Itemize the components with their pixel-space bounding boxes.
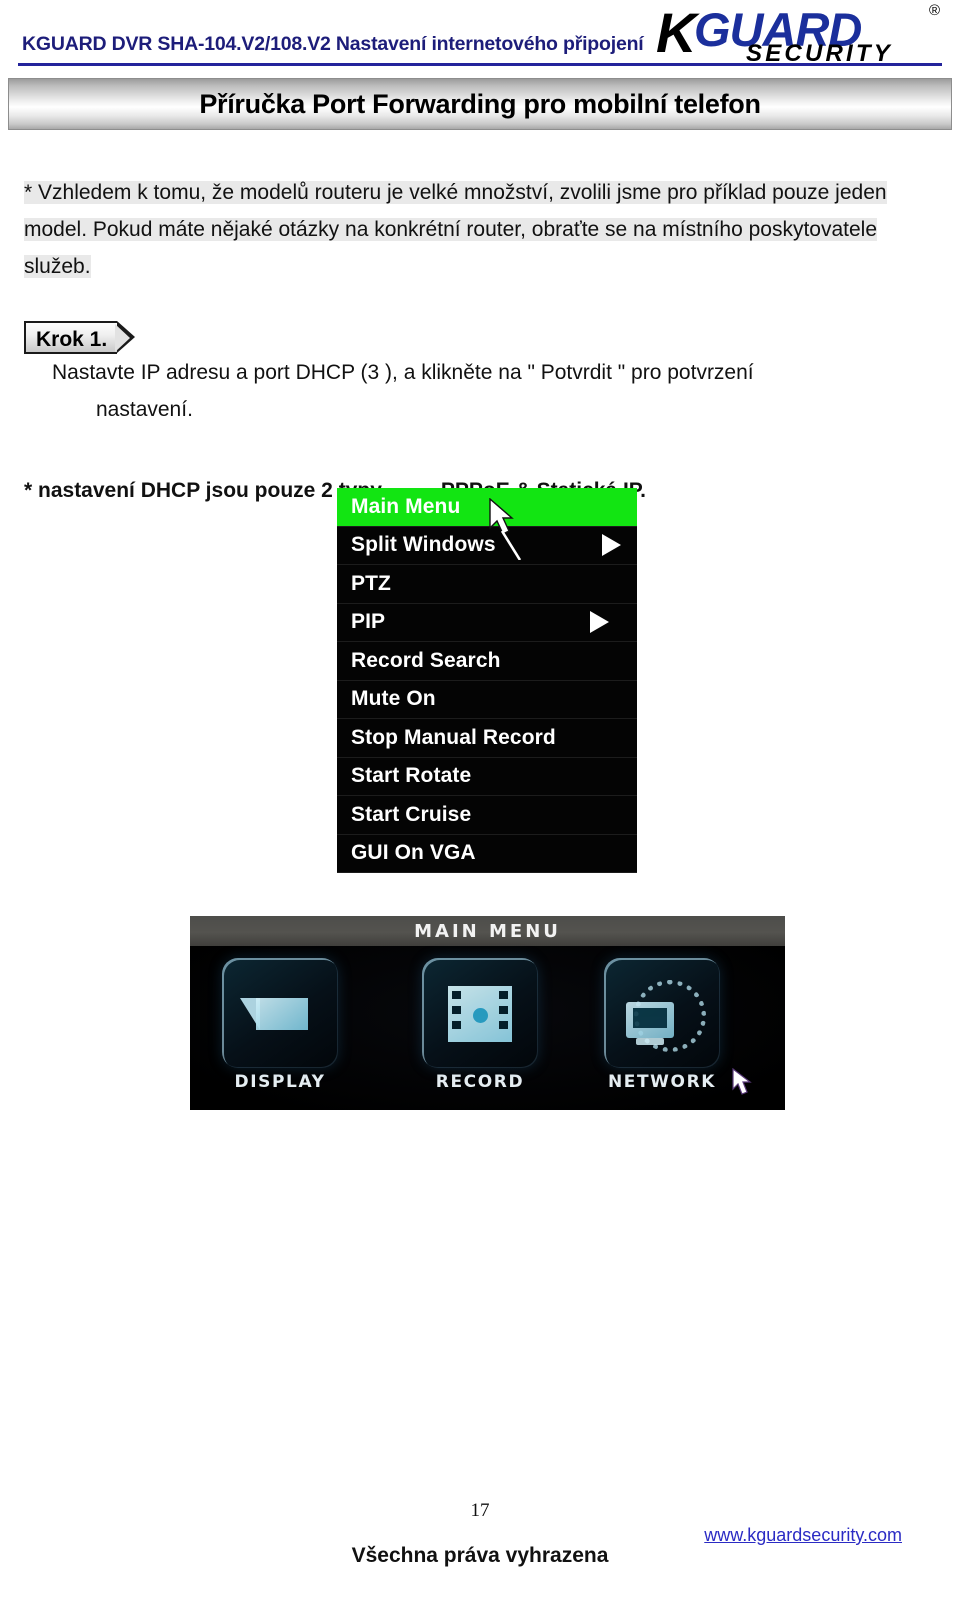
website-link[interactable]: www.kguardsecurity.com [704, 1525, 902, 1546]
menu-item-gui-on-vga[interactable]: GUI On VGA [337, 834, 637, 873]
menu-item-label: Start Rotate [351, 764, 472, 788]
menu-item-record-search[interactable]: Record Search [337, 642, 637, 681]
menu-item-mute-on[interactable]: Mute On [337, 680, 637, 719]
menu-item-split-windows[interactable]: Split Windows [337, 526, 637, 565]
camera-icon [222, 958, 338, 1068]
menu-item-label: Mute On [351, 687, 436, 711]
menu-item-start-rotate[interactable]: Start Rotate [337, 757, 637, 796]
page-header: KGUARD DVR SHA-104.V2/108.V2 Nastavení i… [0, 0, 960, 78]
dvr-screen-body: DISPLAY RECORD NETWORK [190, 946, 785, 1110]
page-title-banner: Příručka Port Forwarding pro mobilní tel… [8, 78, 952, 130]
film-strip-icon [422, 958, 538, 1068]
menu-item-label: Split Windows [351, 533, 496, 557]
network-globe-icon [604, 958, 720, 1068]
dvr-screen-title: MAIN MENU [414, 920, 561, 942]
document-content: * Vzhledem k tomu, že modelů routeru je … [0, 132, 960, 503]
note-paragraph-text: * Vzhledem k tomu, že modelů routeru je … [24, 181, 887, 278]
step-instruction: Nastavte IP adresu a port DHCP (3 ), a k… [52, 354, 842, 428]
menu-item-label: Start Cruise [351, 802, 472, 826]
kguard-logo: K GUARD ® SECURITY [642, 1, 942, 67]
note-paragraph: * Vzhledem k tomu, že modelů routeru je … [24, 174, 910, 285]
page-title: Příručka Port Forwarding pro mobilní tel… [199, 88, 761, 119]
header-product-line: KGUARD DVR SHA-104.V2/108.V2 Nastavení i… [22, 33, 644, 55]
logo-letter-k: K [656, 1, 696, 64]
menu-item-label: PTZ [351, 571, 391, 595]
menu-item-main-menu[interactable]: Main Menu [337, 488, 637, 527]
step-instruction-line2: nastavení. [96, 398, 193, 421]
dvr-item-label: NETWORK [607, 1072, 717, 1092]
menu-item-pip[interactable]: PIP [337, 603, 637, 642]
dhcp-note-prefix: * nastavení DHCP jsou pouze 2 typy [24, 479, 382, 502]
menu-item-label: Main Menu [351, 494, 461, 518]
logo-word-security: SECURITY [746, 40, 893, 67]
dvr-mouse-cursor-icon [732, 1067, 758, 1098]
submenu-arrow-icon [590, 611, 609, 634]
menu-item-label: Stop Manual Record [351, 725, 556, 749]
osd-context-menu[interactable]: Main Menu Split Windows PTZ PIP Record S… [337, 488, 637, 873]
menu-item-ptz[interactable]: PTZ [337, 565, 637, 604]
dvr-item-display[interactable]: DISPLAY [218, 958, 342, 1092]
dvr-item-label: DISPLAY [234, 1072, 326, 1092]
step-badge: Krok 1. [24, 321, 136, 354]
page-footer: 17 Všechna práva vyhrazena www.kguardsec… [0, 1500, 960, 1600]
menu-item-label: GUI On VGA [351, 841, 476, 865]
dvr-titlebar: MAIN MENU [190, 916, 785, 946]
menu-item-label: PIP [351, 610, 386, 634]
menu-item-label: Record Search [351, 648, 501, 672]
dvr-item-label: RECORD [435, 1072, 525, 1092]
step-block: Krok 1. Nastavte IP adresu a port DHCP (3… [24, 321, 914, 428]
dvr-item-network[interactable]: NETWORK [600, 958, 724, 1092]
copyright-note: Všechna práva vyhrazena [351, 1544, 609, 1567]
registered-trademark-icon: ® [928, 2, 940, 19]
menu-item-start-cruise[interactable]: Start Cruise [337, 796, 637, 835]
dvr-item-record[interactable]: RECORD [418, 958, 542, 1092]
menu-item-stop-manual-record[interactable]: Stop Manual Record [337, 719, 637, 758]
dvr-main-menu-screenshot: MAIN MENU DISPLAY RECORD NETWORK [190, 916, 785, 1110]
step-instruction-line1: Nastavte IP adresu a port DHCP (3 ), a k… [52, 361, 754, 384]
submenu-arrow-icon [602, 534, 621, 557]
page-number: 17 [470, 1500, 490, 1521]
